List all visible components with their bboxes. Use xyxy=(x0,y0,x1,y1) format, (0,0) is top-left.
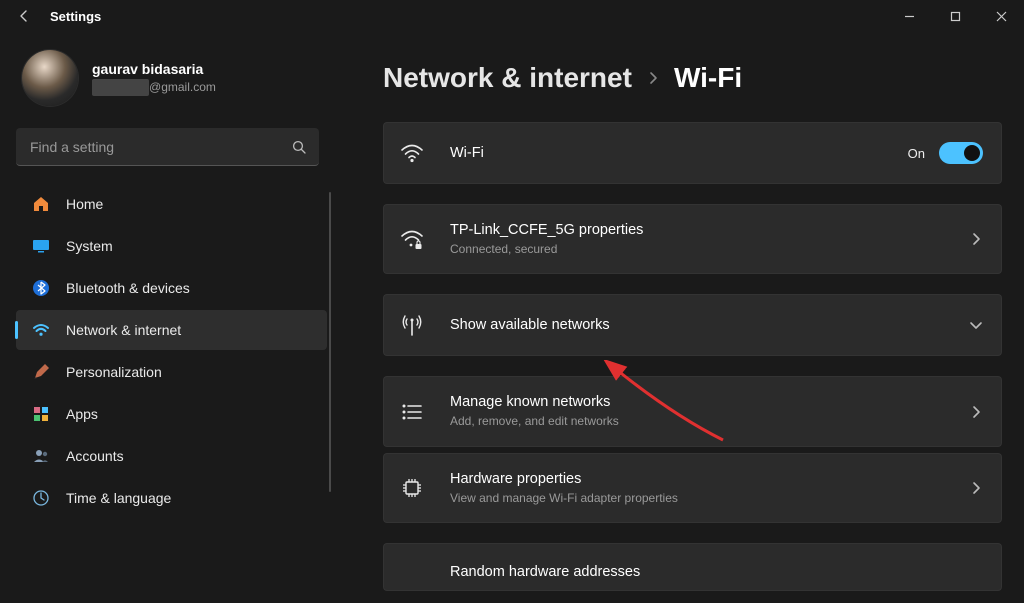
card-title: Random hardware addresses xyxy=(450,563,983,582)
card-title: TP-Link_CCFE_5G properties xyxy=(450,221,945,240)
time-language-icon xyxy=(32,489,50,507)
search-field-wrap xyxy=(16,128,319,166)
card-random-hardware-addresses[interactable]: Random hardware addresses xyxy=(383,543,1002,591)
maximize-button[interactable] xyxy=(932,0,978,32)
nav-item-label: System xyxy=(66,238,113,254)
card-title: Manage known networks xyxy=(450,393,945,412)
nav-item-label: Time & language xyxy=(66,490,171,506)
personalization-icon xyxy=(32,363,50,381)
card-title: Hardware properties xyxy=(450,470,945,489)
minimize-button[interactable] xyxy=(886,0,932,32)
chevron-right-icon xyxy=(969,232,983,246)
back-button[interactable] xyxy=(16,8,32,24)
bluetooth-icon xyxy=(32,279,50,297)
search-input[interactable] xyxy=(16,128,319,166)
card-title: Wi-Fi xyxy=(450,144,884,163)
card-subtitle: Connected, secured xyxy=(450,242,945,258)
nav-item-bluetooth[interactable]: Bluetooth & devices xyxy=(16,268,327,308)
nav-item-time-language[interactable]: Time & language xyxy=(16,478,327,518)
list-icon xyxy=(398,400,426,424)
nav-item-label: Apps xyxy=(66,406,98,422)
card-hardware-properties[interactable]: Hardware properties View and manage Wi-F… xyxy=(383,453,1002,523)
title-bar: Settings xyxy=(0,0,1024,32)
chevron-right-icon xyxy=(969,481,983,495)
nav-item-label: Personalization xyxy=(66,364,162,380)
nav-item-personalization[interactable]: Personalization xyxy=(16,352,327,392)
apps-icon xyxy=(32,405,50,423)
nav-item-system[interactable]: System xyxy=(16,226,327,266)
card-wifi-toggle[interactable]: Wi-Fi On xyxy=(383,122,1002,184)
profile-email: ██████@gmail.com xyxy=(92,79,216,95)
nav-list: Home System Bluetooth & devices Network … xyxy=(0,184,335,518)
toggle-state-label: On xyxy=(908,146,925,161)
nav-item-label: Home xyxy=(66,196,103,212)
avatar xyxy=(22,50,78,106)
breadcrumb-current: Wi-Fi xyxy=(674,62,742,94)
profile-block[interactable]: gaurav bidasaria ██████@gmail.com xyxy=(0,50,335,128)
card-show-available-networks[interactable]: Show available networks xyxy=(383,294,1002,356)
search-icon xyxy=(291,139,307,155)
wifi-icon xyxy=(32,321,50,339)
nav-item-label: Network & internet xyxy=(66,322,181,338)
nav-item-network[interactable]: Network & internet xyxy=(16,310,327,350)
profile-name: gaurav bidasaria xyxy=(92,60,216,79)
close-button[interactable] xyxy=(978,0,1024,32)
card-subtitle: Add, remove, and edit networks xyxy=(450,414,945,430)
app-title: Settings xyxy=(50,9,101,24)
sidebar: gaurav bidasaria ██████@gmail.com Home xyxy=(0,32,335,603)
wifi-icon xyxy=(398,141,426,165)
nav-item-accounts[interactable]: Accounts xyxy=(16,436,327,476)
antenna-icon xyxy=(398,313,426,337)
content-area: Network & internet Wi-Fi Wi-Fi On xyxy=(335,32,1024,603)
accounts-icon xyxy=(32,447,50,465)
chip-icon xyxy=(398,476,426,500)
nav-item-apps[interactable]: Apps xyxy=(16,394,327,434)
card-subtitle: View and manage Wi-Fi adapter properties xyxy=(450,491,945,507)
system-icon xyxy=(32,237,50,255)
window-controls xyxy=(886,0,1024,32)
chevron-right-icon xyxy=(969,405,983,419)
nav-item-label: Accounts xyxy=(66,448,124,464)
breadcrumb-parent[interactable]: Network & internet xyxy=(383,62,632,94)
card-network-properties[interactable]: TP-Link_CCFE_5G properties Connected, se… xyxy=(383,204,1002,274)
breadcrumb: Network & internet Wi-Fi xyxy=(383,62,1002,94)
card-manage-known-networks[interactable]: Manage known networks Add, remove, and e… xyxy=(383,376,1002,446)
nav-item-home[interactable]: Home xyxy=(16,184,327,224)
card-title: Show available networks xyxy=(450,316,945,335)
nav-item-label: Bluetooth & devices xyxy=(66,280,190,296)
wifi-toggle[interactable] xyxy=(939,142,983,164)
wifi-lock-icon xyxy=(398,227,426,251)
home-icon xyxy=(32,195,50,213)
chevron-right-icon xyxy=(646,71,660,85)
chevron-down-icon xyxy=(969,318,983,332)
